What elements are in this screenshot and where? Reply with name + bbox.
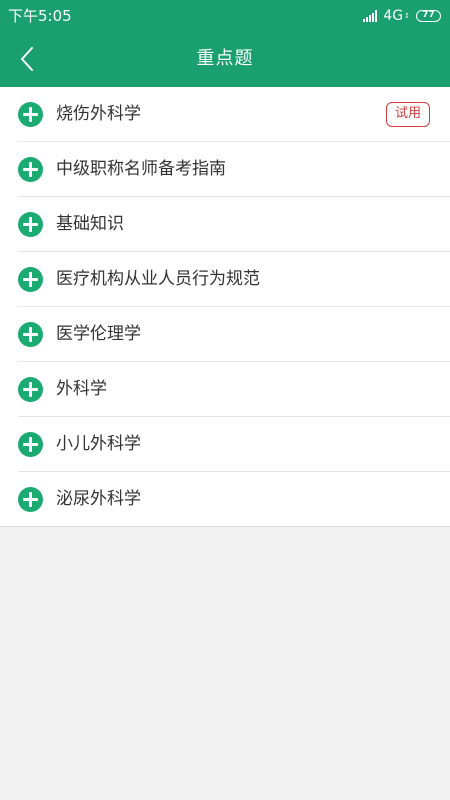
list-item[interactable]: 基础知识	[0, 197, 450, 252]
signal-strength-icon	[363, 10, 378, 22]
list-item-label: 中级职称名师备考指南	[56, 159, 226, 179]
list-item-label: 小儿外科学	[56, 434, 141, 454]
plus-circle-icon[interactable]	[18, 487, 43, 512]
list-item-label: 外科学	[56, 379, 107, 399]
plus-circle-icon[interactable]	[18, 212, 43, 237]
page-title: 重点题	[196, 48, 254, 69]
battery-icon: 77	[416, 10, 441, 22]
plus-circle-icon[interactable]	[18, 377, 43, 402]
plus-circle-icon[interactable]	[18, 102, 43, 127]
plus-circle-icon[interactable]	[18, 267, 43, 292]
app-bar: 重点题	[0, 32, 450, 87]
plus-circle-icon[interactable]	[18, 157, 43, 182]
network-type-label: 4G	[383, 8, 404, 24]
plus-circle-icon[interactable]	[18, 322, 43, 347]
trial-badge: 试用	[386, 102, 430, 127]
list-item[interactable]: 外科学	[0, 362, 450, 417]
list-item-label: 烧伤外科学	[56, 104, 141, 124]
list-item[interactable]: 医学伦理学	[0, 307, 450, 362]
status-time: 下午5:05	[8, 7, 72, 25]
list-item-label: 医疗机构从业人员行为规范	[56, 269, 260, 289]
list-item[interactable]: 医疗机构从业人员行为规范	[0, 252, 450, 307]
list-item[interactable]: 烧伤外科学 试用	[0, 87, 450, 142]
list-item[interactable]: 小儿外科学	[0, 417, 450, 472]
list-item-label: 基础知识	[56, 214, 124, 234]
topic-list: 烧伤外科学 试用 中级职称名师备考指南 基础知识 医疗机构从业人员行为规范 医学…	[0, 87, 450, 527]
status-bar: 下午5:05 4G ↕ 77	[0, 0, 450, 32]
list-item[interactable]: 泌尿外科学	[0, 472, 450, 527]
list-item[interactable]: 中级职称名师备考指南	[0, 142, 450, 197]
list-item-label: 泌尿外科学	[56, 489, 141, 509]
status-indicators: 4G ↕ 77	[363, 7, 441, 25]
data-activity-icon: ↕	[404, 12, 410, 20]
plus-circle-icon[interactable]	[18, 432, 43, 457]
list-item-label: 医学伦理学	[56, 324, 141, 344]
